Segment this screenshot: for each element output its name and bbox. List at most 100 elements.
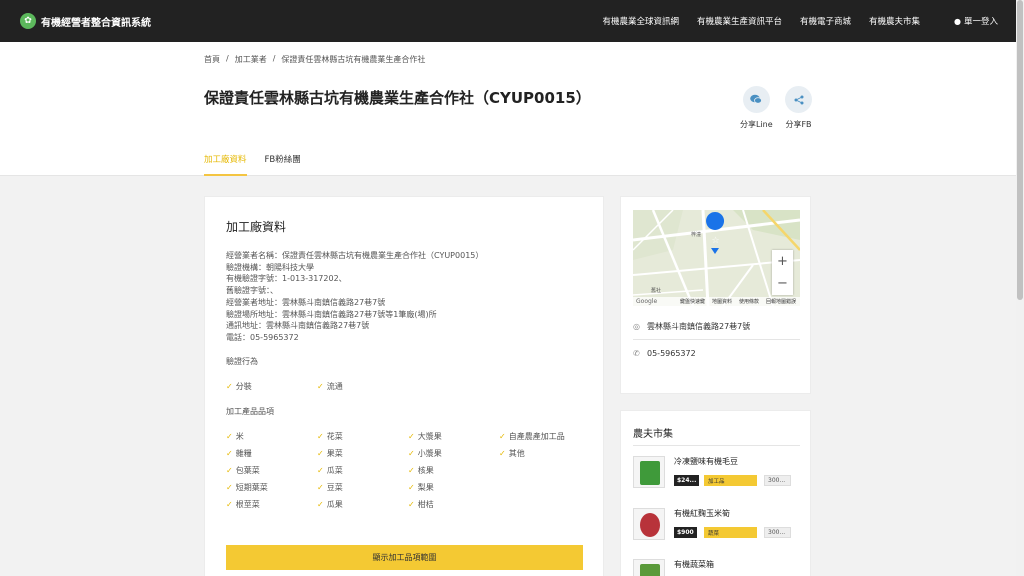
info-cert-no: 有機驗證字號：1-013-317202、: [226, 274, 347, 284]
info-address: 經營業者地址：雲林縣斗南鎮信義路27巷7號: [226, 297, 386, 307]
product-items-label: 加工產品品項: [226, 407, 274, 416]
product-item[interactable]: 有機紅麴玉米筍 $900 蔬菜 300...: [633, 508, 800, 548]
empty-cell: [499, 465, 590, 476]
cert-actions-label: 驗證行為: [226, 357, 258, 366]
product-item[interactable]: 冷凍鹽味有機毛豆 $24... 加工品 300...: [633, 456, 800, 496]
product-category-item: ✓ 小漿果: [408, 449, 442, 458]
check-icon: ✓: [226, 483, 233, 492]
product-image: [633, 456, 665, 488]
share-line-label: 分享Line: [740, 120, 773, 129]
address-row: ◎ 雲林縣斗南鎮信義路27巷7號: [633, 321, 750, 332]
tab-fb-fanpage[interactable]: FB粉絲團: [265, 153, 301, 176]
product-category-item: ✓ 果菜: [317, 449, 343, 458]
factory-info-heading: 加工廠資料: [226, 220, 287, 234]
check-icon: ✓: [317, 500, 324, 509]
check-icon: ✓: [226, 500, 233, 509]
svg-text:☆: ☆: [712, 236, 720, 246]
check-icon: ✓: [408, 483, 415, 492]
page-header: 首頁 / 加工業者 / 保證責任雲林縣古坑有機農業生產合作社 保證責任雲林縣古坑…: [0, 42, 1016, 176]
main-nav: 有機農業全球資訊網 有機農業生產資訊平台 有機電子商城 有機農夫市集 ● 單一登…: [584, 15, 1016, 28]
product-category-item: ✓ 柑桔: [408, 500, 434, 509]
weight-badge: 300...: [764, 527, 791, 538]
product-category-item: ✓ 米: [226, 432, 244, 441]
check-icon: ✓: [499, 432, 506, 441]
page-scrollbar[interactable]: [1016, 0, 1024, 576]
show-product-scope-button[interactable]: 顯示加工品項範圍: [226, 545, 583, 570]
site-logo[interactable]: ✿ 有機經營者整合資訊系統: [20, 13, 151, 29]
map-label: 舊社: [651, 288, 662, 294]
product-category-item: ✓ 大漿果: [408, 432, 442, 441]
info-name: 經營業者名稱：保證責任雲林縣古坑有機農業生產合作社（CYUP0015）: [226, 251, 484, 260]
price-badge: $900: [674, 527, 697, 538]
share-fb-button[interactable]: 分享FB: [785, 86, 812, 130]
product-item[interactable]: 有機蔬菜箱: [633, 559, 800, 576]
breadcrumb-processors[interactable]: 加工業者: [235, 54, 267, 65]
product-name: 有機蔬菜箱: [674, 560, 714, 569]
zoom-in-button[interactable]: +: [777, 254, 788, 269]
map-report-link[interactable]: 回報地圖錯誤: [766, 298, 796, 305]
factory-info-card: 加工廠資料 經營業者名稱：保證責任雲林縣古坑有機農業生產合作社（CYUP0015…: [204, 196, 604, 576]
location-card: ☆ 梓潼 舊社 + − 鍵盤快速鍵 地圖資料 使用條款 回報地圖錯誤 Googl…: [620, 196, 811, 394]
check-icon: ✓: [317, 432, 324, 441]
info-old-cert-no: 舊驗證字號：、: [226, 286, 278, 296]
check-icon: ✓: [408, 432, 415, 441]
product-category-item: ✓ 豆菜: [317, 483, 343, 492]
map-data-link[interactable]: 地圖資料: [712, 298, 732, 305]
product-category-item: ✓ 根莖菜: [226, 500, 260, 509]
price-badge: $24...: [674, 475, 700, 486]
cert-item: ✓ 流通: [317, 382, 343, 391]
info-cert-body: 驗證機構：朝陽科技大學: [226, 262, 314, 272]
chat-icon: [742, 86, 770, 113]
info-mail-address: 通訊地址：雲林縣斗南鎮信義路27巷7號: [226, 321, 370, 331]
login-label: 單一登入: [963, 17, 998, 27]
check-icon: ✓: [317, 483, 324, 492]
product-name: 冷凍鹽味有機毛豆: [674, 457, 738, 466]
map-shortcuts-link[interactable]: 鍵盤快速鍵: [680, 298, 705, 305]
product-image: [633, 559, 665, 576]
check-icon: ✓: [408, 466, 415, 475]
share-line-button[interactable]: 分享Line: [740, 86, 773, 130]
phone-icon: ✆: [633, 349, 640, 358]
cert-actions-list: ✓ 分裝 ✓ 流通: [226, 381, 590, 392]
map-zoom-control: + −: [772, 250, 793, 295]
product-category-item: ✓ 瓜菜: [317, 466, 343, 475]
map-footer: 鍵盤快速鍵 地圖資料 使用條款 回報地圖錯誤: [633, 297, 800, 306]
check-icon: ✓: [226, 382, 233, 391]
info-phone: 電話：05-5965372: [226, 332, 299, 342]
nav-item-production[interactable]: 有機農業生產資訊平台: [697, 15, 782, 27]
empty-cell: [499, 499, 590, 510]
product-category-item: ✓ 其他: [499, 449, 525, 458]
phone-row: ✆ 05-5965372: [633, 349, 696, 358]
product-category-item: ✓ 短期葉菜: [226, 483, 268, 492]
zoom-out-button[interactable]: −: [777, 276, 788, 291]
breadcrumb-home[interactable]: 首頁: [204, 54, 220, 65]
map-view[interactable]: ☆ 梓潼 舊社 + − 鍵盤快速鍵 地圖資料 使用條款 回報地圖錯誤 Googl…: [633, 210, 800, 306]
tab-factory-info[interactable]: 加工廠資料: [204, 153, 247, 176]
product-category-item: ✓ 自產農產加工品: [499, 432, 565, 441]
google-logo: Google: [636, 298, 658, 305]
check-icon: ✓: [226, 449, 233, 458]
scrollbar-thumb[interactable]: [1017, 0, 1023, 300]
nav-item-shop[interactable]: 有機電子商城: [800, 15, 851, 27]
site-title: 有機經營者整合資訊系統: [41, 17, 151, 29]
login-link[interactable]: ● 單一登入: [954, 15, 998, 28]
farmers-market-card: 農夫市集 冷凍鹽味有機毛豆 $24... 加工品 300... 有機紅麴玉米筍 …: [620, 410, 811, 576]
check-icon: ✓: [226, 466, 233, 475]
category-badge: 蔬菜: [704, 527, 757, 538]
map-label: 梓潼: [691, 232, 702, 238]
map-terms-link[interactable]: 使用條款: [739, 298, 759, 305]
market-title: 農夫市集: [633, 429, 673, 440]
check-icon: ✓: [408, 449, 415, 458]
product-category-item: ✓ 花菜: [317, 432, 343, 441]
product-category-item: ✓ 包葉菜: [226, 466, 260, 475]
cert-item: ✓ 分裝: [226, 382, 252, 391]
product-category-item: ✓ 雜糧: [226, 449, 252, 458]
user-icon: ●: [954, 16, 961, 26]
breadcrumb: 首頁 / 加工業者 / 保證責任雲林縣古坑有機農業生產合作社: [204, 54, 426, 65]
nav-item-global[interactable]: 有機農業全球資訊網: [602, 15, 679, 27]
phone-text: 05-5965372: [647, 349, 696, 358]
share-icon: [785, 86, 812, 113]
tab-bar: 加工廠資料 FB粉絲團: [204, 153, 319, 176]
product-category-item: ✓ 梨果: [408, 483, 434, 492]
nav-item-market[interactable]: 有機農夫市集: [869, 15, 920, 27]
